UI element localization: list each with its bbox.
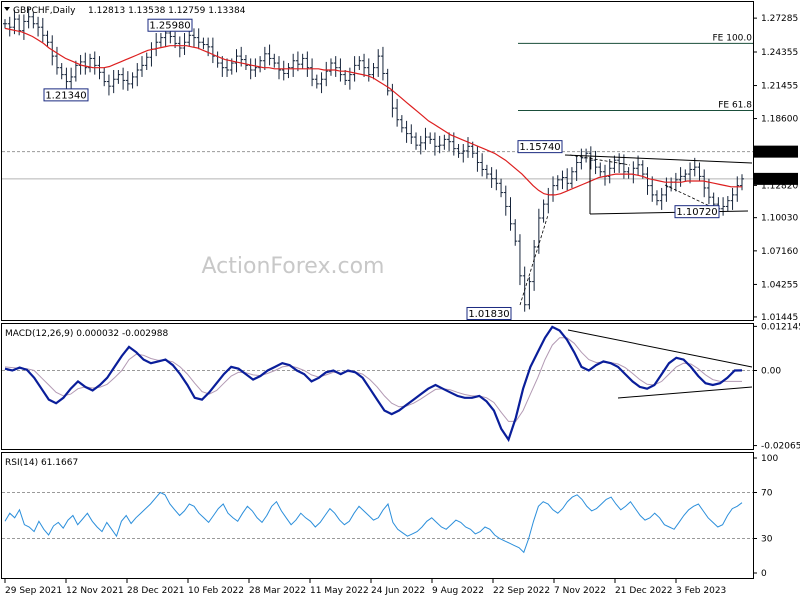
y-tick-label: 100 bbox=[761, 454, 778, 464]
price-annotation: 1.01830 bbox=[466, 306, 512, 320]
y-tick-label: 70 bbox=[761, 489, 773, 499]
y-tick-label: 1.24355 bbox=[761, 48, 798, 58]
x-tick-label: 7 Nov 2022 bbox=[554, 586, 606, 596]
annotation-label: 1.01830 bbox=[468, 309, 509, 320]
y-tick-label: 1.21455 bbox=[761, 82, 798, 92]
x-tick-label: 21 Dec 2022 bbox=[615, 586, 673, 596]
watermark: ActionForex.com bbox=[202, 254, 385, 279]
x-tick-label: 28 Dec 2021 bbox=[127, 586, 185, 596]
y-tick-label: 30 bbox=[761, 535, 773, 545]
annotation-label: 1.10720 bbox=[676, 207, 717, 218]
y-tick-label: 1.07160 bbox=[761, 247, 798, 257]
x-tick-label: 12 Nov 2021 bbox=[66, 586, 124, 596]
resistance-badge: 1.15740 bbox=[754, 145, 798, 158]
price-title: GBPCHF,Daily bbox=[13, 6, 76, 16]
annotation-label: 1.21340 bbox=[45, 90, 86, 101]
x-tick-label: 11 May 2022 bbox=[310, 586, 369, 596]
price-annotation: 1.10720 bbox=[674, 205, 720, 219]
resistance-badge-label: 1.15740 bbox=[758, 148, 795, 158]
fib-label: FE 100.0 bbox=[713, 33, 753, 43]
chart-figure: ActionForex.com FE 100.0 FE 61.8 1.25980 1.… bbox=[0, 0, 800, 600]
y-tick-label: 1.10030 bbox=[761, 214, 798, 224]
x-tick-label: 22 Sep 2022 bbox=[493, 586, 550, 596]
rsi-title: RSI(14) 61.1667 bbox=[5, 458, 78, 468]
current-price-badge-label: 1.13384 bbox=[758, 175, 795, 185]
current-price-badge: 1.13384 bbox=[754, 172, 798, 185]
y-tick-label: 1.18600 bbox=[761, 115, 798, 125]
fib-label: FE 61.8 bbox=[718, 100, 752, 110]
y-tick-label: 1.27285 bbox=[761, 14, 798, 24]
annotation-label: 1.25980 bbox=[149, 21, 190, 32]
price-annotation: 1.25980 bbox=[147, 18, 193, 32]
x-tick-label: 29 Sep 2021 bbox=[5, 586, 62, 596]
price-ohlc-values: 1.12813 1.13538 1.12759 1.13384 bbox=[88, 6, 246, 16]
y-tick-label: 0 bbox=[761, 569, 767, 579]
price-annotation: 1.21340 bbox=[43, 88, 89, 102]
x-tick-label: 28 Mar 2022 bbox=[249, 586, 306, 596]
x-tick-label: 10 Feb 2022 bbox=[188, 586, 244, 596]
x-tick-label: 3 Feb 2023 bbox=[676, 586, 726, 596]
y-tick-label: 0.012145 bbox=[761, 322, 800, 332]
y-tick-label: 0.00 bbox=[761, 367, 781, 377]
annotation-label: 1.15740 bbox=[519, 142, 560, 153]
y-tick-label: 1.04255 bbox=[761, 280, 798, 290]
macd-title: MACD(12,26,9) 0.000032 -0.002988 bbox=[5, 329, 168, 339]
price-annotation: 1.15740 bbox=[517, 140, 563, 154]
y-tick-label: -0.020656 bbox=[761, 442, 800, 452]
x-tick-label: 24 Jun 2022 bbox=[371, 586, 425, 596]
x-tick-label: 9 Aug 2022 bbox=[432, 586, 484, 596]
price-header: GBPCHF,Daily 1.12813 1.13538 1.12759 1.1… bbox=[4, 6, 246, 16]
